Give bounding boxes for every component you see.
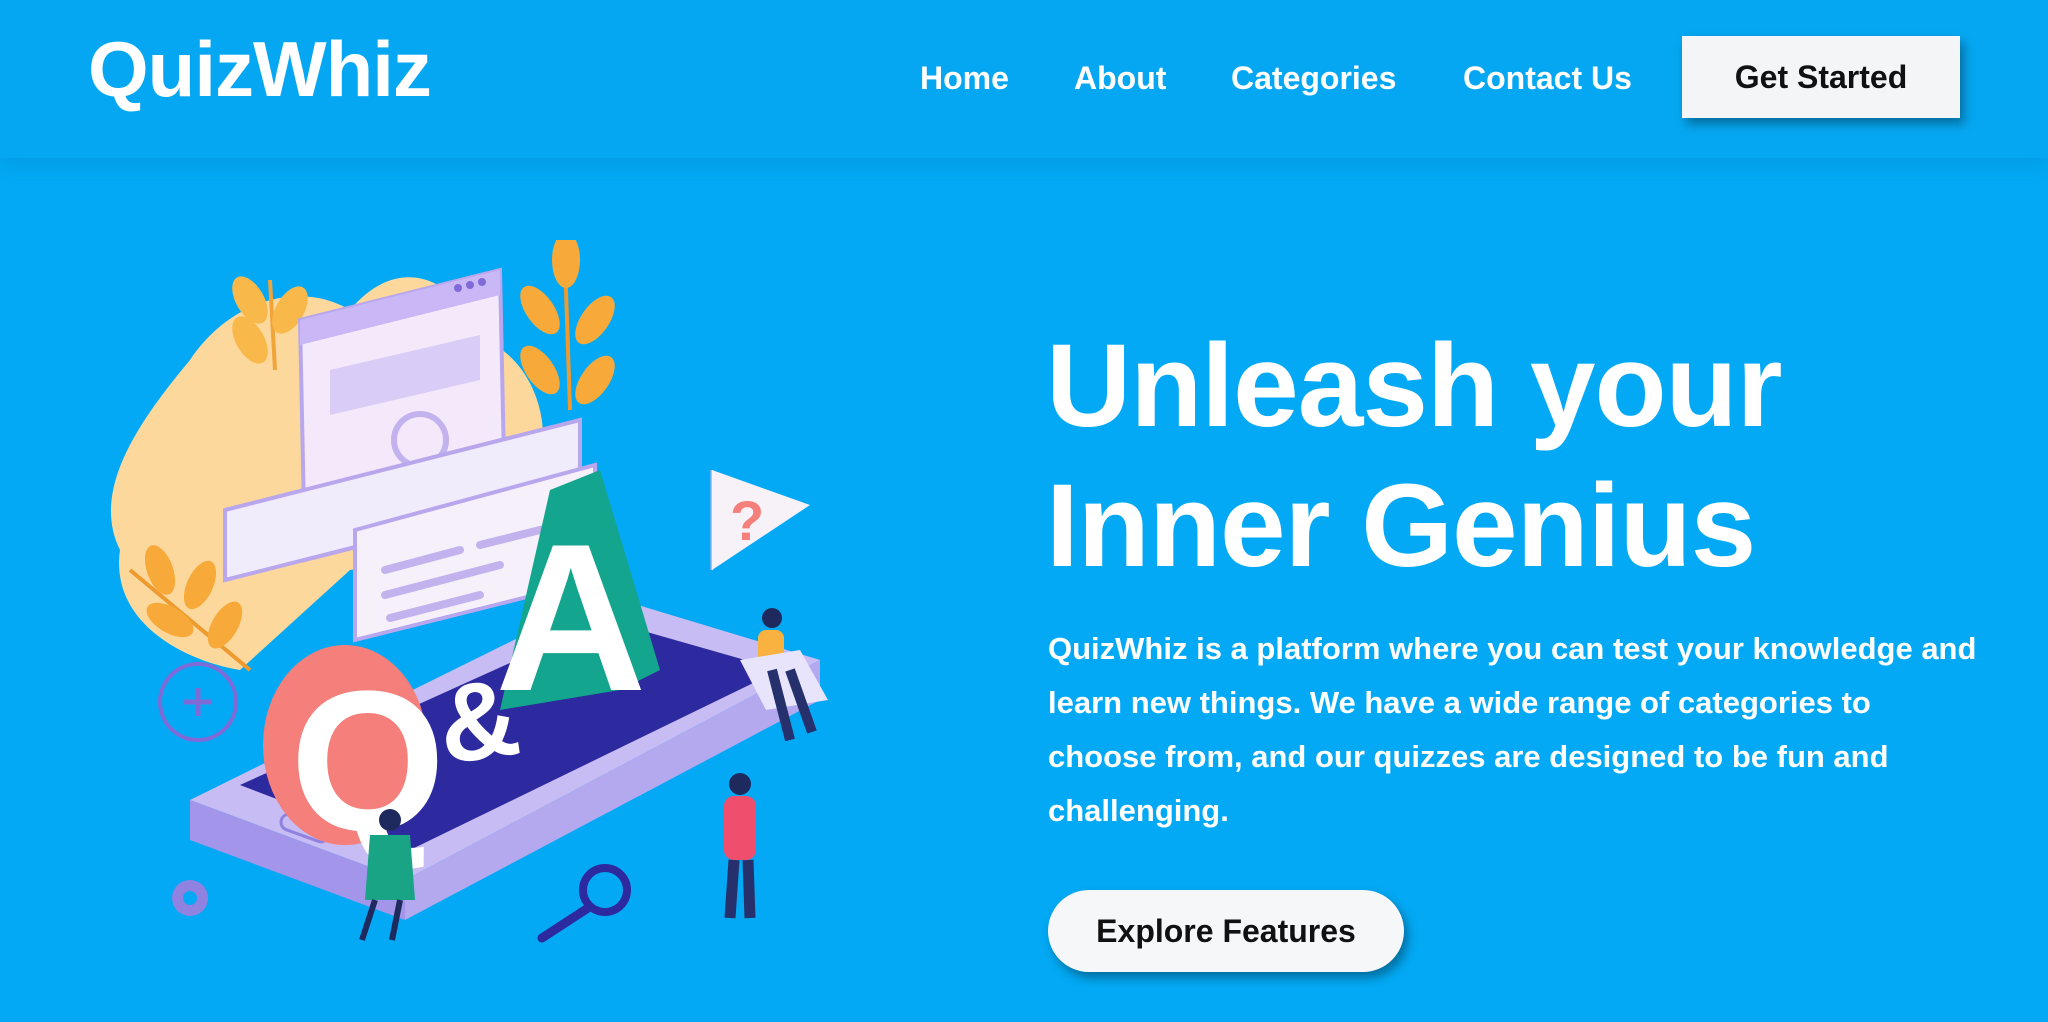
headline-line-2: Inner Genius: [1046, 460, 1756, 592]
get-started-button[interactable]: Get Started: [1682, 36, 1960, 118]
magnifying-glass-icon: [537, 864, 631, 943]
gear-icon: [172, 880, 208, 916]
logo[interactable]: QuizWhiz: [88, 24, 432, 114]
letter-a-graphic: A: [495, 470, 660, 735]
nav-link-home[interactable]: Home: [920, 56, 1009, 100]
navbar: QuizWhiz Home About Categories Contact U…: [0, 0, 2048, 158]
headline-line-1: Unleash your: [1046, 320, 1783, 452]
svg-text:A: A: [495, 500, 647, 735]
nav-link-about[interactable]: About: [1074, 56, 1166, 100]
question-flag-icon: ?: [710, 470, 810, 570]
plus-circle-icon: [158, 662, 238, 742]
person-on-phone: [724, 773, 756, 919]
hero-description: QuizWhiz is a platform where you can tes…: [1048, 631, 1977, 828]
nav-link-contact-us[interactable]: Contact Us: [1463, 56, 1632, 100]
svg-text:Q: Q: [290, 650, 446, 873]
nav-link-categories[interactable]: Categories: [1231, 56, 1396, 100]
explore-features-button[interactable]: Explore Features: [1048, 890, 1404, 972]
svg-text:?: ?: [730, 489, 764, 552]
letter-q-graphic: Q: [263, 645, 446, 873]
qa-isometric-illustration: Q & A ?: [110, 240, 828, 943]
hero-headline: Unleash your Inner Genius: [1046, 316, 1783, 596]
